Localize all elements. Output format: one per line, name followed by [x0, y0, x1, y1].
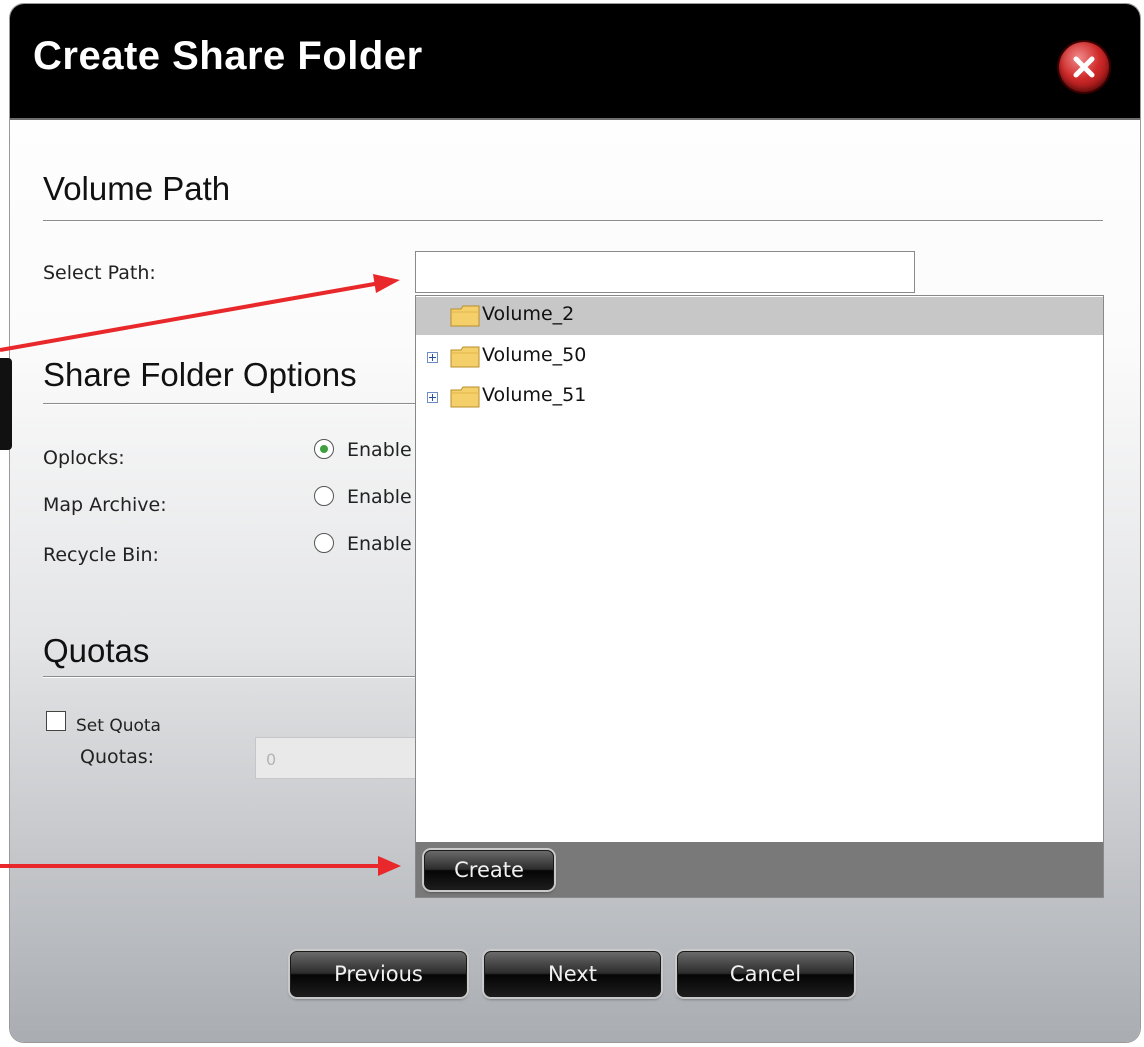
select-path-arrow-icon — [373, 274, 400, 293]
create-arrow-icon — [378, 856, 401, 876]
select-path-arrow-line — [0, 281, 381, 352]
annotation-arrows — [0, 274, 401, 876]
